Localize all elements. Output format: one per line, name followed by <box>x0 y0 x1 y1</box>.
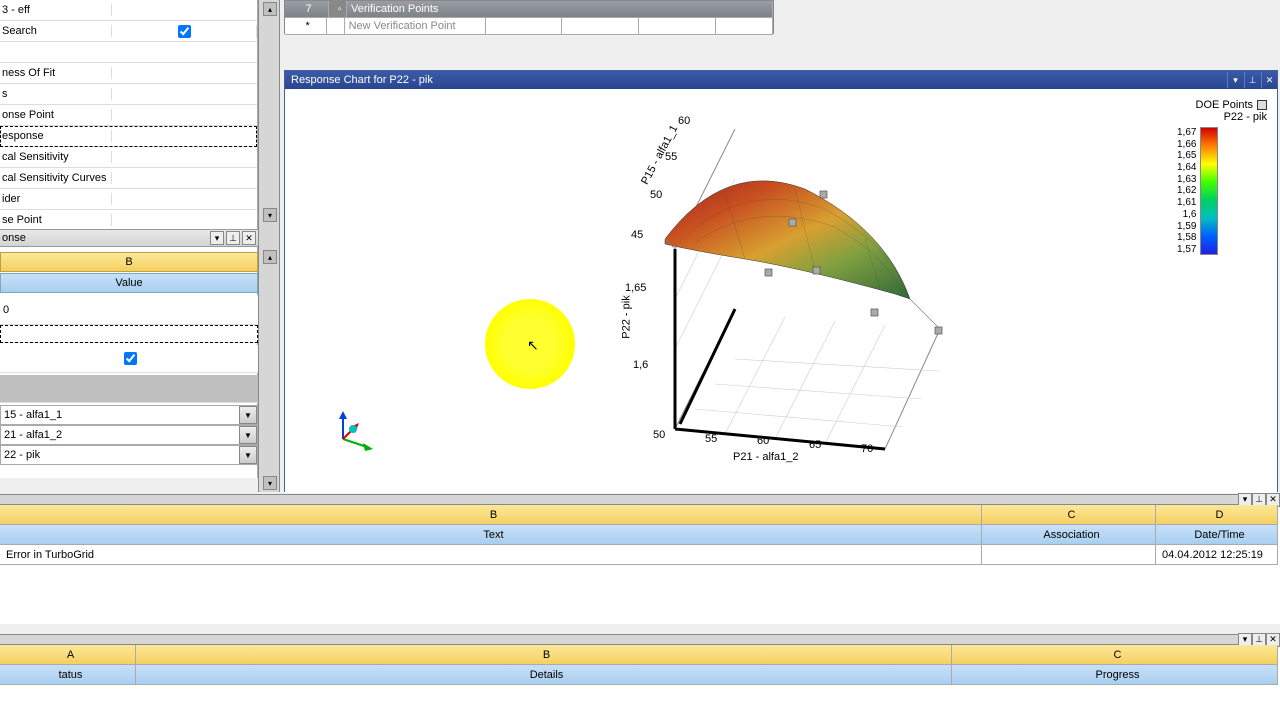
col-subheader[interactable]: Text <box>0 525 982 545</box>
tree-item[interactable]: ness Of Fit <box>0 63 257 84</box>
tree-item[interactable]: Search <box>0 21 257 42</box>
pin-icon[interactable]: ⊥ <box>1244 72 1260 88</box>
dropdown-icon[interactable]: ▾ <box>210 231 224 245</box>
col-subheader[interactable]: Association <box>982 525 1156 545</box>
col-header[interactable]: D <box>1156 505 1278 525</box>
tree-item[interactable]: cal Sensitivity <box>0 147 257 168</box>
tree-item[interactable] <box>0 42 257 63</box>
collapse-icon[interactable]: ▫ <box>329 1 347 18</box>
x-axis-label: P21 - alfa1_2 <box>733 451 798 463</box>
legend-doe-label: DOE Points <box>1196 99 1253 111</box>
orientation-triad[interactable] <box>325 409 375 459</box>
axis-x-dropdown[interactable]: 15 - alfa1_1▼ <box>0 405 258 425</box>
verif-new-label[interactable]: New Verification Point <box>345 18 486 35</box>
tree-item[interactable]: s <box>0 84 257 105</box>
chart-title-text: Response Chart for P22 - pik <box>291 74 433 86</box>
column-header-value[interactable]: Value <box>0 273 258 293</box>
properties-header: onse ▾ ⊥ ✕ <box>0 229 258 247</box>
message-date[interactable]: 04.04.2012 12:25:19 <box>1156 545 1278 565</box>
col-subheader[interactable]: Progress <box>952 665 1278 685</box>
col-header[interactable]: C <box>952 645 1278 665</box>
message-text[interactable]: Error in TurboGrid <box>0 545 982 565</box>
z-axis-label: P22 - pik <box>621 295 633 338</box>
col-header[interactable]: A <box>0 645 136 665</box>
col-header[interactable]: B <box>0 505 982 525</box>
column-header-b[interactable]: B <box>0 252 258 272</box>
verification-points-table: 7 ▫ Verification Points * New Verificati… <box>284 0 774 34</box>
property-check-row[interactable] <box>0 345 258 373</box>
tree-item[interactable]: onse Point <box>0 105 257 126</box>
close-icon[interactable]: ✕ <box>242 231 256 245</box>
chart-title-bar[interactable]: Response Chart for P22 - pik ▾ ⊥ ✕ <box>285 71 1277 89</box>
verif-cell[interactable] <box>639 18 716 35</box>
col-subheader[interactable]: Date/Time <box>1156 525 1278 545</box>
pin-icon[interactable]: ⊥ <box>226 231 240 245</box>
verif-row-number[interactable]: 7 <box>285 1 329 18</box>
tree-item[interactable]: cal Sensitivity Curves <box>0 168 257 189</box>
chart-viewport[interactable]: ↖ <box>285 89 1277 493</box>
verif-cell[interactable] <box>716 18 773 35</box>
property-group-row <box>0 375 258 403</box>
chevron-down-icon[interactable]: ▼ <box>239 446 257 464</box>
verif-cell[interactable] <box>562 18 639 35</box>
dropdown-icon[interactable]: ▾ <box>1227 72 1243 88</box>
property-row[interactable]: 0 <box>0 295 258 325</box>
legend-series-label: P22 - pik <box>1177 111 1267 123</box>
tree-list: 3 - eff Search ness Of Fit s onse Point … <box>0 0 257 231</box>
axis-y-dropdown[interactable]: 21 - alfa1_2▼ <box>0 425 258 445</box>
response-chart-panel: Response Chart for P22 - pik ▾ ⊥ ✕ ↖ <box>284 70 1278 492</box>
progress-panel: ▾ ⊥ ✕ A B C tatus Details Progress <box>0 634 1280 720</box>
messages-panel: ▾ ⊥ ✕ B C D Text Association Date/Time E… <box>0 494 1280 624</box>
verif-group-title[interactable]: Verification Points <box>347 1 773 18</box>
scroll-down-icon[interactable]: ▾ <box>263 208 277 222</box>
property-checkbox[interactable] <box>124 352 137 365</box>
scroll-down-icon[interactable]: ▾ <box>263 476 277 490</box>
chart-legend: DOE Points P22 - pik 1,67 1,66 1,65 1,64… <box>1177 99 1267 255</box>
tree-item[interactable]: se Point <box>0 210 257 231</box>
col-header[interactable]: B <box>136 645 952 665</box>
colorbar-labels: 1,67 1,66 1,65 1,64 1,63 1,62 1,61 1,6 1… <box>1177 127 1196 255</box>
scroll-up-icon[interactable]: ▴ <box>263 2 277 16</box>
col-subheader[interactable]: tatus <box>0 665 136 685</box>
message-assoc[interactable] <box>982 545 1156 565</box>
tree-item[interactable]: ider <box>0 189 257 210</box>
vertical-splitter[interactable]: ▴ ▾ ▴ ▾ <box>258 0 280 492</box>
surface-chart <box>545 99 1245 479</box>
close-icon[interactable]: ✕ <box>1261 72 1277 88</box>
verif-new-row-marker[interactable]: * <box>285 18 327 35</box>
chevron-down-icon[interactable]: ▼ <box>239 406 257 424</box>
tree-item[interactable]: 3 - eff <box>0 0 257 21</box>
col-subheader[interactable]: Details <box>136 665 952 685</box>
doe-marker-icon <box>1257 100 1267 110</box>
tree-checkbox[interactable] <box>178 25 191 38</box>
tree-item-selected[interactable]: esponse <box>0 126 257 147</box>
scroll-up-icon[interactable]: ▴ <box>263 250 277 264</box>
chevron-down-icon[interactable]: ▼ <box>239 426 257 444</box>
properties-title: onse <box>0 232 210 244</box>
axis-z-dropdown[interactable]: 22 - pik▼ <box>0 445 258 465</box>
verif-cell[interactable] <box>486 18 563 35</box>
col-header[interactable]: C <box>982 505 1156 525</box>
colorbar <box>1200 127 1218 255</box>
property-row-selected[interactable] <box>0 325 258 343</box>
